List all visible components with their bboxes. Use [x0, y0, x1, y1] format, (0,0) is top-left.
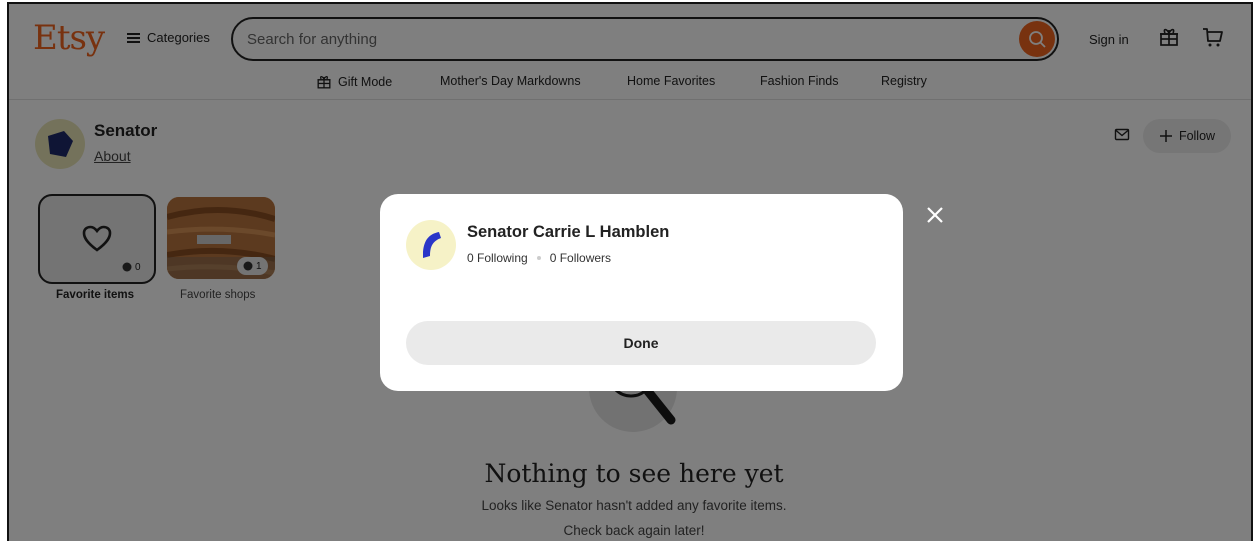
browser-viewport: Etsy Categories Sign in	[7, 2, 1253, 541]
followers-count[interactable]: 0 Followers	[550, 251, 611, 265]
profile-modal: Senator Carrie L Hamblen 0 Following 0 F…	[380, 194, 903, 391]
modal-avatar	[406, 220, 456, 270]
modal-user-name: Senator Carrie L Hamblen	[467, 223, 670, 241]
close-icon[interactable]	[924, 204, 946, 226]
separator-dot	[536, 256, 541, 260]
follow-stats: 0 Following 0 Followers	[467, 251, 611, 265]
profile-mark-icon	[423, 232, 441, 258]
following-count[interactable]: 0 Following	[467, 251, 528, 265]
done-button[interactable]: Done	[406, 321, 876, 365]
